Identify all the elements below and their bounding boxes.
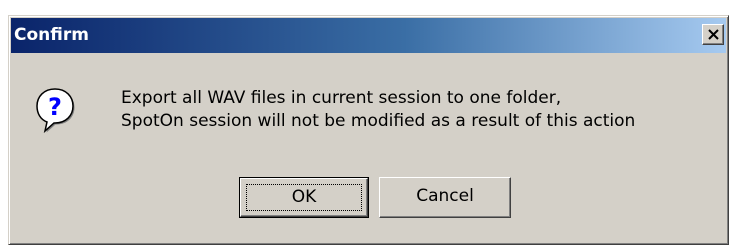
title-bar[interactable]: Confirm — [11, 18, 726, 53]
close-button[interactable] — [702, 24, 724, 45]
message-text: Export all WAV files in current session … — [121, 87, 635, 133]
cancel-button-label: Cancel — [416, 186, 474, 206]
question-icon: ? — [36, 88, 75, 133]
confirm-dialog: Confirm ? Export all WAV files in curren… — [8, 15, 729, 245]
close-icon — [708, 29, 719, 40]
ok-button[interactable]: OK — [239, 177, 369, 218]
message-line: Export all WAV files in current session … — [121, 88, 562, 108]
dialog-title: Confirm — [14, 25, 89, 45]
message-line: SpotOn session will not be modified as a… — [121, 111, 636, 131]
cancel-button[interactable]: Cancel — [379, 177, 511, 218]
ok-button-label: OK — [291, 187, 317, 207]
svg-text:?: ? — [48, 93, 62, 121]
